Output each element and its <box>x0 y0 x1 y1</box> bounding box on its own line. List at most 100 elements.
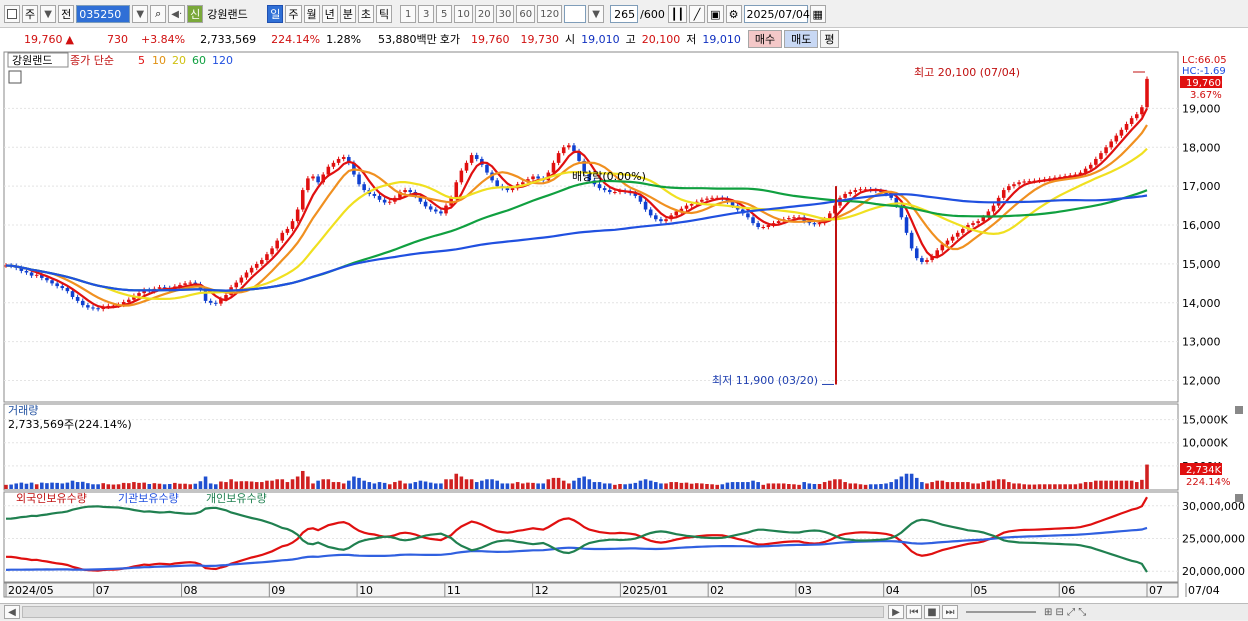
volume-bar <box>1007 482 1011 489</box>
volume-value-label: 2,733,569주(224.14%) <box>8 418 132 431</box>
volume-bar <box>418 480 423 489</box>
interval-1[interactable]: 1 <box>400 5 417 23</box>
interval-5[interactable]: 5 <box>436 5 453 23</box>
volume-bar <box>746 482 750 489</box>
volume-bar <box>75 482 80 489</box>
settings-icon[interactable]: ⚙ <box>725 5 742 23</box>
eval-button[interactable]: 평 <box>820 30 839 48</box>
price-change: 730 <box>106 32 128 46</box>
buy-button[interactable]: 매수 <box>747 30 783 48</box>
first-button[interactable]: ⏮ <box>906 605 922 619</box>
volume-bar <box>623 484 627 489</box>
period-year[interactable]: 년 <box>321 5 338 23</box>
interval-20[interactable]: 20 <box>474 5 494 23</box>
period-tick[interactable]: 틱 <box>376 5 393 23</box>
volume-bar <box>638 480 643 489</box>
volume-bar <box>863 484 868 489</box>
candle-body <box>766 225 771 227</box>
volume-bar <box>807 483 812 489</box>
volume-bar <box>254 482 259 489</box>
volume-bar <box>802 482 806 489</box>
draw-tool-icon[interactable]: ╱ <box>689 5 706 23</box>
calendar-icon[interactable]: ▦ <box>809 5 826 23</box>
tool-icons[interactable]: ⊞ ⊟ ⤢ ⤡ <box>1042 605 1088 619</box>
search-icon[interactable]: ⌕ <box>150 5 167 23</box>
volume-bar <box>50 482 54 489</box>
volume-bar <box>602 483 607 489</box>
last-change-label: 3.67% <box>1190 90 1222 101</box>
period-month[interactable]: 월 <box>303 5 320 23</box>
stop-button[interactable]: ■ <box>924 605 940 619</box>
candle-body <box>664 219 668 222</box>
volume-pane[interactable]: 5,000K10,000K15,000K 거래량 2,733,569주(224.… <box>3 403 1243 491</box>
layout-icon[interactable] <box>4 5 20 23</box>
count-input[interactable]: 265 <box>610 5 639 23</box>
last-button[interactable]: ⏭ <box>942 605 958 619</box>
market-select[interactable]: 주 <box>22 5 39 23</box>
candle-body <box>70 291 75 297</box>
interval-3[interactable]: 3 <box>418 5 435 23</box>
period-day[interactable]: 일 <box>267 5 284 23</box>
price-tick-label: 12,000 <box>1182 375 1221 388</box>
grid-toggle-icon[interactable] <box>8 70 22 84</box>
volume-bar <box>70 480 75 489</box>
interval-120[interactable]: 120 <box>537 5 563 23</box>
volume-bar <box>1119 480 1124 489</box>
candle-body <box>428 206 433 210</box>
period-minute[interactable]: 분 <box>339 5 356 23</box>
chart-svg[interactable]: 12,000 13,000 14,000 15,000 16,000 17,000 18,0… <box>0 50 1248 605</box>
price-pane[interactable]: 12,000 13,000 14,000 15,000 16,000 17,000 18,0… <box>3 51 1227 403</box>
volume-bar <box>106 484 111 489</box>
volume-bar <box>219 481 223 489</box>
zoom-slider[interactable] <box>966 611 1036 613</box>
chart-area[interactable]: 12,000 13,000 14,000 15,000 16,000 17,000 18,0… <box>0 50 1248 605</box>
candle-body <box>341 157 346 159</box>
interval-dropdown-icon[interactable]: ▼ <box>588 5 605 23</box>
candle-body <box>551 162 556 173</box>
volume-close-icon[interactable] <box>1235 406 1243 414</box>
prev-button[interactable]: 전 <box>58 5 75 23</box>
candle-body <box>1017 182 1021 185</box>
horizontal-scrollbar[interactable] <box>22 606 884 618</box>
scroll-right-button[interactable]: ▶ <box>888 605 904 619</box>
stock-code-input[interactable]: 035250 <box>76 5 131 23</box>
volume-bar <box>428 482 433 489</box>
candle-body <box>955 232 960 237</box>
volume-bar <box>853 483 858 489</box>
event-annotation: 배당락(0.00%) <box>572 170 646 183</box>
holding-close-icon[interactable] <box>1235 494 1243 502</box>
volume-bar <box>510 483 515 489</box>
interval-custom-input[interactable] <box>564 5 587 23</box>
volume-bar <box>1134 482 1139 489</box>
volume-bar <box>945 482 950 489</box>
interval-60[interactable]: 60 <box>516 5 536 23</box>
interval-30[interactable]: 30 <box>495 5 515 23</box>
period-second[interactable]: 초 <box>357 5 374 23</box>
interval-10[interactable]: 10 <box>454 5 473 23</box>
volume-bar <box>597 482 602 489</box>
candle-type-icon[interactable]: ┃┃ <box>667 5 688 23</box>
volume-bar <box>347 480 351 489</box>
volume-bar <box>1083 482 1088 489</box>
sell-button[interactable]: 매도 <box>784 30 819 48</box>
speaker-icon[interactable]: ◀· <box>168 5 186 23</box>
candle-body <box>1119 129 1124 136</box>
period-week[interactable]: 주 <box>285 5 302 23</box>
candle-body <box>75 296 80 301</box>
market-dropdown-icon[interactable]: ▼ <box>40 5 57 23</box>
volume-bar <box>812 484 817 489</box>
holding-pane[interactable]: 20,000,00025,000,00030,000,000 외국인보유수량 기… <box>3 491 1245 583</box>
price-tick-label: 18,000 <box>1182 141 1221 154</box>
save-icon[interactable]: ▣ <box>707 5 724 23</box>
scroll-left-button[interactable]: ◀ <box>4 605 20 619</box>
x-tick-label: 07 <box>96 584 110 597</box>
last-price-label: 19,760 <box>1186 78 1221 89</box>
candle-body <box>357 174 361 185</box>
ask-price: 19,760 <box>471 32 510 46</box>
code-dropdown-icon[interactable]: ▼ <box>132 5 149 23</box>
candle-body <box>756 223 760 227</box>
date-input[interactable]: 2025/07/04 <box>743 5 810 23</box>
candle-body <box>761 227 766 228</box>
volume-tick-label: 15,000K <box>1182 414 1228 427</box>
volume-bar <box>249 481 254 489</box>
